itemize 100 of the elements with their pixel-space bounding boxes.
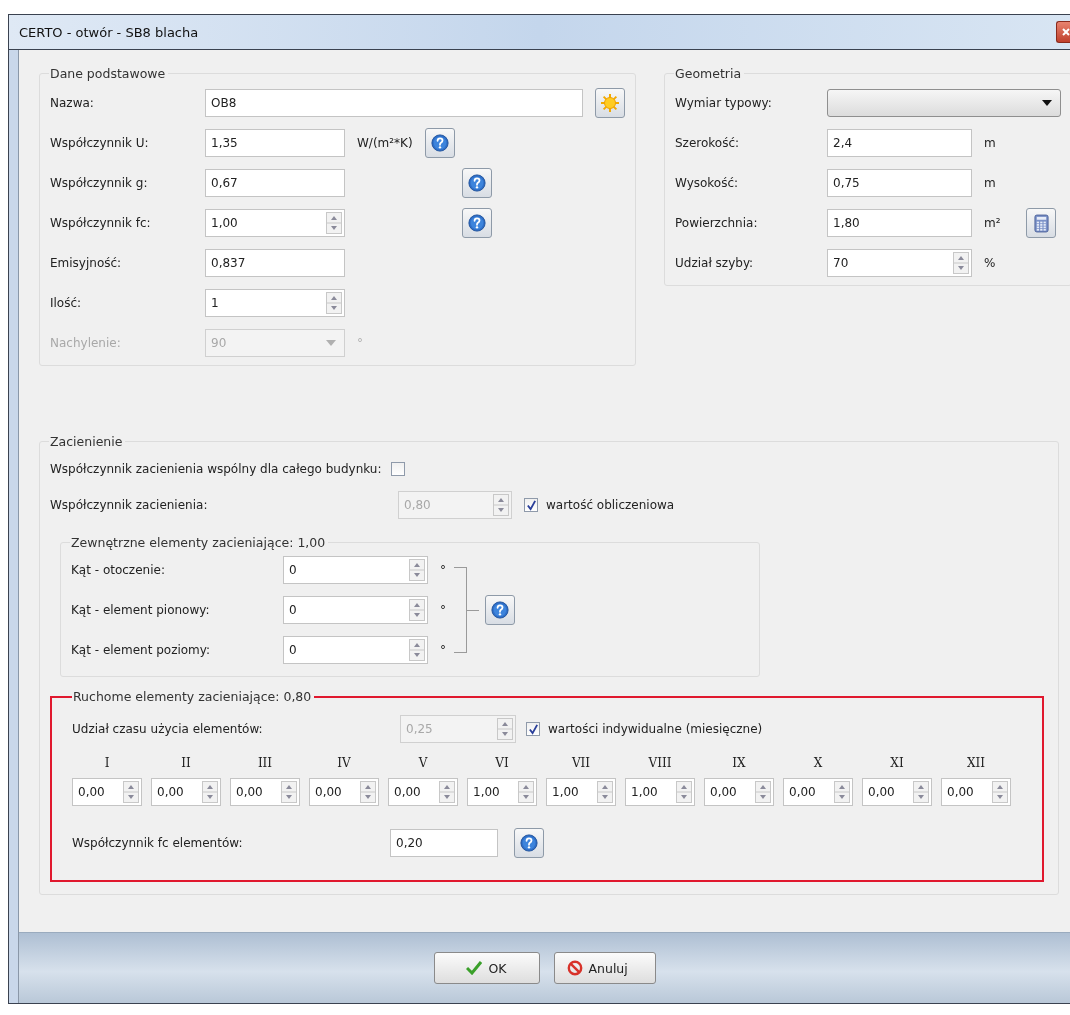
- group-title: Ruchome elementy zacieniające: 0,80: [72, 689, 313, 704]
- help-button[interactable]: [514, 828, 544, 858]
- spin-field[interactable]: 0,00: [72, 778, 142, 806]
- field-label: Powierzchnia:: [675, 216, 759, 230]
- month-label: V: [418, 756, 428, 770]
- help-button[interactable]: [424, 128, 455, 158]
- text-field[interactable]: 0,20: [390, 829, 498, 857]
- help-button[interactable]: [462, 208, 492, 238]
- month-label: II: [181, 756, 191, 770]
- text-field[interactable]: 2,4: [827, 129, 972, 157]
- checkbox[interactable]: [524, 498, 538, 512]
- unit-label: %: [983, 256, 997, 270]
- help-button[interactable]: [485, 595, 515, 625]
- field-label: Udział szyby:: [675, 256, 755, 270]
- field-label: Kąt - element pionowy:: [71, 603, 211, 617]
- spinner-icon[interactable]: [913, 781, 929, 803]
- dropdown[interactable]: [827, 89, 1061, 117]
- spin-field[interactable]: 1,00: [625, 778, 695, 806]
- field-label: Udział czasu użycia elementów:: [72, 722, 264, 736]
- spin-field[interactable]: 0: [283, 556, 428, 584]
- checkbox[interactable]: [526, 722, 540, 736]
- spinner-icon[interactable]: [326, 212, 342, 234]
- spin-field[interactable]: 1,00: [205, 209, 345, 237]
- spin-field[interactable]: 0,00: [783, 778, 853, 806]
- spin-field[interactable]: 0,00: [704, 778, 774, 806]
- spinner-icon[interactable]: [755, 781, 771, 803]
- field-label: Wymiar typowy:: [675, 96, 773, 110]
- spin-field[interactable]: 70: [827, 249, 972, 277]
- spinner-icon[interactable]: [326, 292, 342, 314]
- spin-field[interactable]: 0,00: [388, 778, 458, 806]
- prohibited-icon: [566, 960, 583, 976]
- field-label: Nazwa:: [50, 96, 95, 110]
- help-icon: [468, 214, 486, 232]
- spin-field[interactable]: 0: [283, 596, 428, 624]
- text-field[interactable]: 0,837: [205, 249, 345, 277]
- check-icon: [466, 961, 483, 975]
- checkbox-label: wartość obliczeniowa: [546, 498, 675, 512]
- checkbox-label: wartości indywidualne (miesięczne): [548, 722, 763, 736]
- spin-field[interactable]: 0,00: [862, 778, 932, 806]
- help-icon: [468, 174, 486, 192]
- help-icon: [430, 134, 449, 152]
- unit-label: °: [356, 336, 363, 350]
- field-label: Kąt - otoczenie:: [71, 563, 166, 577]
- field-label: Współczynnik fc elementów:: [72, 836, 244, 850]
- spinner-icon[interactable]: [439, 781, 455, 803]
- spinner-icon[interactable]: [409, 639, 425, 661]
- month-label: IX: [732, 756, 746, 770]
- field-label: Współczynnik U:: [50, 136, 150, 150]
- help-icon: [491, 601, 509, 619]
- month-label: VII: [571, 756, 591, 770]
- month-label: III: [257, 756, 273, 770]
- unit-label: m: [983, 136, 997, 150]
- text-field[interactable]: 0,67: [205, 169, 345, 197]
- spinner-icon[interactable]: [518, 781, 534, 803]
- calculator-icon: [1033, 213, 1049, 233]
- spinner-icon[interactable]: [992, 781, 1008, 803]
- month-label: I: [104, 756, 110, 770]
- spin-field[interactable]: 1,00: [467, 778, 537, 806]
- spin-field[interactable]: 0: [283, 636, 428, 664]
- unit-label: m: [983, 176, 997, 190]
- text-field[interactable]: 0,75: [827, 169, 972, 197]
- text-field[interactable]: 1,80: [827, 209, 972, 237]
- close-button[interactable]: [1056, 21, 1070, 43]
- sun-button[interactable]: [595, 88, 625, 118]
- window-title: CERTO - otwór - SB8 blacha: [18, 24, 199, 40]
- calculator-button[interactable]: [1026, 208, 1056, 238]
- group-title: Zacienienie: [49, 434, 124, 449]
- spinner-icon[interactable]: [409, 559, 425, 581]
- group-title: Zewnętrzne elementy zacieniające: 1,00: [70, 535, 327, 550]
- ok-button[interactable]: OK: [433, 952, 540, 984]
- month-label: VI: [495, 756, 509, 770]
- month-label: X: [813, 756, 823, 770]
- field-label: Nachylenie:: [50, 336, 122, 350]
- spin-field[interactable]: 1: [205, 289, 345, 317]
- help-icon: [520, 834, 538, 852]
- caret-icon: [326, 340, 336, 346]
- spinner-icon[interactable]: [360, 781, 376, 803]
- spinner-icon[interactable]: [597, 781, 613, 803]
- spin-field[interactable]: 1,00: [546, 778, 616, 806]
- spinner-icon[interactable]: [123, 781, 139, 803]
- spinner-icon[interactable]: [202, 781, 218, 803]
- unit-label: °: [439, 643, 446, 657]
- help-button[interactable]: [462, 168, 492, 198]
- cancel-button[interactable]: Anuluj: [553, 952, 656, 984]
- spinner-icon[interactable]: [953, 252, 969, 274]
- checkbox[interactable]: [391, 462, 406, 476]
- field-label: Współczynnik zacienienia:: [50, 498, 209, 512]
- text-field[interactable]: OB8: [205, 89, 583, 117]
- spinner-icon[interactable]: [409, 599, 425, 621]
- month-label: VIII: [648, 756, 672, 770]
- spin-field[interactable]: 0,00: [941, 778, 1011, 806]
- spinner-icon[interactable]: [281, 781, 297, 803]
- text-field[interactable]: 1,35: [205, 129, 345, 157]
- spin-field[interactable]: 0,00: [230, 778, 300, 806]
- spin-field[interactable]: 0,00: [309, 778, 379, 806]
- spinner-icon[interactable]: [834, 781, 850, 803]
- close-icon: [1062, 28, 1070, 36]
- spinner-icon[interactable]: [676, 781, 692, 803]
- month-label: IV: [337, 756, 351, 770]
- spin-field[interactable]: 0,00: [151, 778, 221, 806]
